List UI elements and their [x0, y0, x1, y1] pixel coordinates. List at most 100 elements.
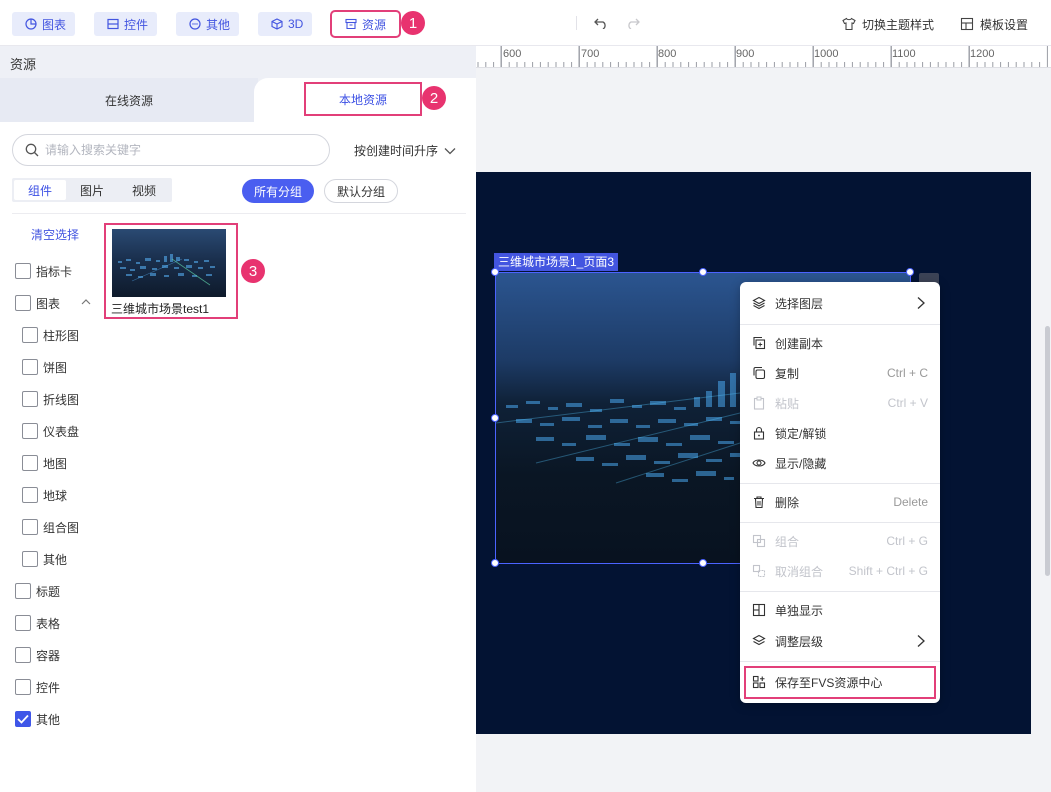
category-item[interactable]: 地球	[22, 486, 67, 504]
widget-icon	[107, 18, 119, 30]
checkbox[interactable]	[22, 327, 38, 343]
menu-lock-unlock[interactable]: 锁定/解锁	[740, 419, 940, 447]
checkbox[interactable]	[22, 391, 38, 407]
checkbox[interactable]	[22, 551, 38, 567]
category-item[interactable]: 地图	[22, 454, 67, 472]
checkbox[interactable]	[15, 263, 31, 279]
resource-panel: 资源 在线资源 本地资源 2 按创建时间升序 组件 图片 视频 所有分组 默认分…	[0, 46, 476, 792]
checkbox[interactable]	[22, 519, 38, 535]
redo-icon[interactable]	[624, 14, 642, 32]
search-input[interactable]	[45, 143, 329, 157]
chart-button[interactable]: 图表	[12, 12, 76, 36]
chevron-up-icon[interactable]	[80, 296, 92, 308]
other-button[interactable]: 其他	[176, 12, 240, 36]
ruler-label-800: 800	[658, 48, 677, 60]
category-item[interactable]: 饼图	[22, 358, 67, 376]
group-icon	[752, 534, 766, 548]
chevron-right-icon	[917, 297, 925, 309]
menu-create-copy[interactable]: 创建副本	[740, 329, 940, 357]
checkbox-checked[interactable]	[15, 711, 31, 727]
checkbox[interactable]	[22, 423, 38, 439]
checkbox[interactable]	[15, 647, 31, 663]
category-label: 图表	[36, 296, 61, 311]
resize-handle-top-right[interactable]	[906, 268, 914, 276]
checkbox[interactable]	[15, 615, 31, 631]
menu-divider	[740, 661, 940, 662]
category-item[interactable]: 折线图	[22, 390, 79, 408]
category-label: 组合图	[43, 520, 80, 535]
save-to-fvs-highlight	[744, 666, 936, 699]
menu-copy[interactable]: 复制 Ctrl + C	[740, 359, 940, 387]
resize-handle-bottom-left[interactable]	[491, 559, 499, 567]
category-item[interactable]: 控件	[15, 678, 60, 696]
ruler-label-1200: 1200	[970, 48, 995, 60]
menu-adjust-level[interactable]: 调整层级	[740, 627, 940, 655]
copy-icon	[753, 366, 766, 380]
category-item[interactable]: 容器	[15, 646, 60, 664]
category-label: 折线图	[43, 392, 80, 407]
solo-view-icon	[752, 603, 766, 617]
checkbox[interactable]	[22, 359, 38, 375]
archive-icon	[345, 18, 357, 30]
checkbox[interactable]	[15, 679, 31, 695]
tab-local-resources[interactable]: 本地资源	[304, 82, 422, 116]
resize-handle-top[interactable]	[699, 268, 707, 276]
other-button-label: 其他	[206, 17, 231, 32]
menu-show-hide[interactable]: 显示/隐藏	[740, 449, 940, 477]
segment-video[interactable]: 视频	[118, 180, 170, 200]
menu-paste[interactable]: 粘贴 Ctrl + V	[740, 389, 940, 417]
chevron-down-icon	[444, 147, 456, 154]
clear-selection-link[interactable]: 清空选择	[31, 226, 79, 243]
resource-card[interactable]: 三维城市场景test1	[104, 223, 238, 319]
checkbox[interactable]	[15, 295, 31, 311]
menu-group[interactable]: 组合 Ctrl + G	[740, 527, 940, 555]
category-item[interactable]: 其他	[22, 550, 67, 568]
menu-select-layer[interactable]: 选择图层	[740, 289, 940, 317]
category-item[interactable]: 表格	[15, 614, 60, 632]
checkbox[interactable]	[22, 455, 38, 471]
menu-delete[interactable]: 删除 Delete	[740, 488, 940, 516]
category-item[interactable]: 仪表盘	[22, 422, 79, 440]
category-label: 仪表盘	[43, 424, 80, 439]
3d-button[interactable]: 3D	[258, 12, 313, 36]
category-label: 控件	[36, 680, 61, 695]
category-item[interactable]: 其他	[15, 710, 60, 728]
more-dots-icon	[189, 18, 201, 30]
search-box[interactable]	[12, 134, 330, 166]
type-segmented-control: 组件 图片 视频	[12, 178, 172, 202]
menu-solo-display[interactable]: 单独显示	[740, 596, 940, 624]
category-item[interactable]: 组合图	[22, 518, 79, 536]
menu-ungroup-label: 取消组合	[775, 564, 824, 579]
checkbox[interactable]	[15, 583, 31, 599]
ruler-label-900: 900	[736, 48, 755, 60]
menu-show-hide-label: 显示/隐藏	[775, 456, 827, 471]
template-settings-button[interactable]: 模板设置	[960, 13, 1028, 35]
resource-button-label: 资源	[362, 17, 387, 32]
resize-handle-bottom[interactable]	[699, 559, 707, 567]
menu-ungroup[interactable]: 取消组合 Shift + Ctrl + G	[740, 557, 940, 585]
resize-handle-left[interactable]	[491, 414, 499, 422]
switch-theme-button[interactable]: 切换主题样式	[842, 13, 934, 35]
ruler-ticks	[477, 46, 1048, 67]
undo-icon[interactable]	[592, 14, 610, 32]
segment-component[interactable]: 组件	[14, 180, 66, 200]
group-default-pill[interactable]: 默认分组	[324, 179, 399, 203]
category-label: 地球	[43, 488, 68, 503]
category-item[interactable]: 标题	[15, 582, 60, 600]
checkbox[interactable]	[22, 487, 38, 503]
vertical-scrollbar[interactable]	[1045, 326, 1050, 576]
template-icon	[960, 17, 974, 31]
category-item[interactable]: 指标卡	[15, 262, 72, 280]
category-item[interactable]: 柱形图	[22, 326, 79, 344]
widget-button[interactable]: 控件	[94, 12, 158, 36]
group-all-pill[interactable]: 所有分组	[242, 179, 315, 203]
category-item[interactable]: 图表	[15, 294, 60, 312]
resize-handle-top-left[interactable]	[491, 268, 499, 276]
segment-image[interactable]: 图片	[66, 180, 118, 200]
sort-dropdown[interactable]: 按创建时间升序	[354, 142, 456, 159]
tab-online-resources[interactable]: 在线资源	[0, 78, 258, 122]
category-label: 指标卡	[36, 264, 73, 279]
horizontal-ruler: 600 700 800 900 1000 1100 1200	[476, 46, 1051, 68]
resource-button[interactable]: 资源	[330, 10, 401, 38]
layers-icon	[752, 296, 766, 310]
